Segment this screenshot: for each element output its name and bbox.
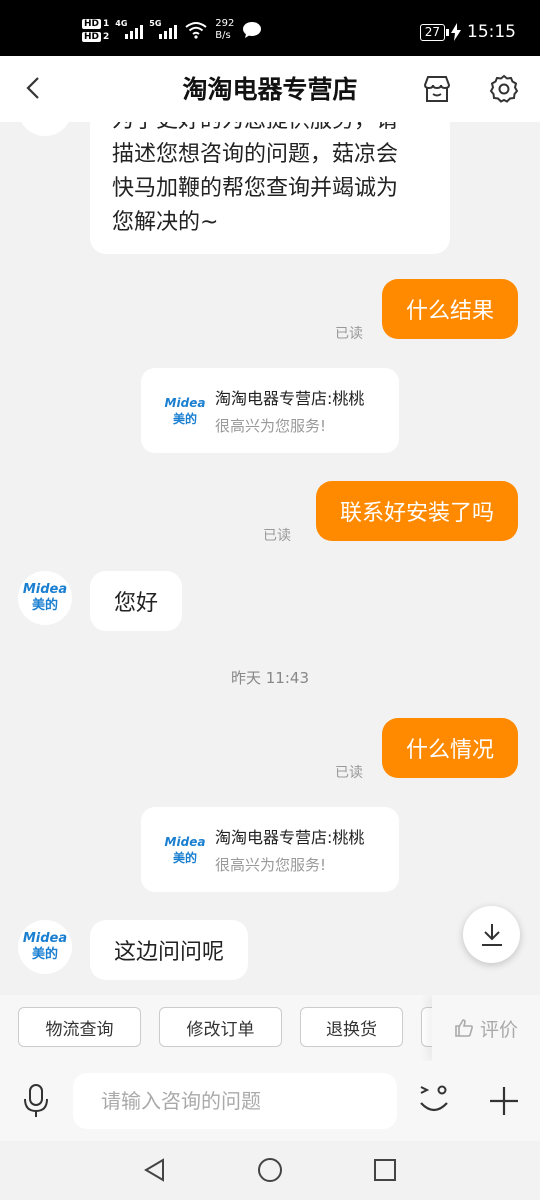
agent-card-subtitle: 很高兴为您服务! <box>215 856 327 874</box>
rate-button[interactable]: 评价 <box>432 995 540 1061</box>
thumbs-up-icon <box>455 1019 473 1037</box>
avatar-brand-cn: 美的 <box>31 947 58 962</box>
message-bubble-sent: 什么结果 <box>381 279 518 339</box>
logo-brand-en: Midea <box>164 834 206 849</box>
hd1-label: HD <box>82 18 102 29</box>
net1-label: 4G <box>115 19 128 28</box>
system-nav-bar <box>0 1141 540 1200</box>
input-bar <box>0 1061 540 1141</box>
midea-logo: Midea 美的 <box>157 834 213 866</box>
message-bubble-sent: 联系好安装了吗 <box>315 481 518 541</box>
avatar-brand-cn: 美的 <box>31 598 58 613</box>
message-bubble-received: 这边问问呢 <box>90 920 249 980</box>
nav-recents-icon[interactable] <box>373 1157 397 1183</box>
hd1-number: 1 <box>103 18 110 29</box>
avatar-brand-en: Midea <box>22 931 68 946</box>
rate-label: 评价 <box>479 1018 518 1041</box>
agent-card[interactable]: Midea 美的 淘淘电器专营店:桃桃 很高兴为您服务! <box>141 807 399 892</box>
settings-icon[interactable] <box>488 73 520 105</box>
message-bubble-sent: 什么情况 <box>381 718 518 778</box>
message-line: 描述您想咨询的问题，菇凉会 <box>112 142 399 167</box>
timestamp: 昨天 11:43 <box>231 669 309 687</box>
quick-action-modify-order[interactable]: 修改订单 <box>159 1007 282 1047</box>
message-icon <box>243 22 262 38</box>
wifi-icon <box>185 22 207 39</box>
add-icon[interactable] <box>488 1085 520 1117</box>
scroll-to-bottom-button[interactable] <box>463 906 520 963</box>
avatar-brand-en: Midea <box>22 582 68 597</box>
store-icon[interactable] <box>421 73 453 105</box>
nav-back-icon[interactable] <box>143 1157 167 1183</box>
emoji-icon[interactable] <box>418 1081 450 1117</box>
avatar-brand-cn: 美的 <box>32 122 58 125</box>
logo-brand-en: Midea <box>164 395 206 410</box>
read-status: 已读 <box>335 326 363 342</box>
avatar: Midea美的 <box>18 122 72 136</box>
signal-5g-icon: 5G <box>149 19 178 39</box>
net2-label: 5G <box>149 19 162 28</box>
agent-card-subtitle: 很高兴为您服务! <box>215 417 327 435</box>
message-bubble-received: 为了更好的为您提供服务，请 描述您想咨询的问题，菇凉会 快马加鞭的帮您查询并竭诚… <box>90 122 450 254</box>
message-line: 您解决的~ <box>112 210 219 235</box>
quick-action-logistics[interactable]: 物流查询 <box>18 1007 141 1047</box>
microphone-icon[interactable] <box>22 1083 50 1119</box>
message-line: 快马加鞭的帮您查询并竭诚为 <box>112 176 399 201</box>
quick-action-return[interactable]: 退换货 <box>300 1007 403 1047</box>
hd-indicator: HD 1 HD 2 <box>82 18 110 42</box>
network-speed: 292 B/s <box>215 18 234 42</box>
message-bubble-received: 您好 <box>90 571 183 631</box>
download-arrow-icon <box>481 923 502 946</box>
clock: 15:15 <box>467 22 516 42</box>
hd2-number: 2 <box>103 31 110 42</box>
logo-brand-cn: 美的 <box>172 850 197 865</box>
status-bar: HD 1 HD 2 4G 5G 292 B/s 27 15:15 <box>0 0 540 56</box>
quick-actions-bar: 物流查询 修改订单 退换货 评价 <box>0 995 540 1061</box>
chat-header: 淘淘电器专营店 <box>0 56 540 122</box>
speed-value: 292 <box>215 18 235 29</box>
read-status: 已读 <box>263 528 291 544</box>
avatar: Midea美的 <box>18 571 72 625</box>
chat-area[interactable]: Midea美的 为了更好的为您提供服务，请 描述您想咨询的问题，菇凉会 快马加鞭… <box>0 122 540 995</box>
battery-icon: 27 <box>419 23 450 41</box>
agent-card[interactable]: Midea 美的 淘淘电器专营店:桃桃 很高兴为您服务! <box>141 368 399 453</box>
hd2-label: HD <box>82 31 102 42</box>
page-title: 淘淘电器专营店 <box>182 75 358 104</box>
speed-unit: B/s <box>215 30 231 41</box>
agent-card-title: 淘淘电器专营店:桃桃 <box>215 828 365 847</box>
charging-icon <box>451 23 461 41</box>
nav-home-icon[interactable] <box>257 1157 283 1183</box>
read-status: 已读 <box>335 765 363 781</box>
logo-brand-cn: 美的 <box>172 411 197 426</box>
message-input[interactable] <box>73 1073 397 1129</box>
signal-4g-icon: 4G <box>115 19 144 39</box>
message-line: 为了更好的为您提供服务，请 <box>112 122 428 138</box>
midea-logo: Midea 美的 <box>157 395 213 427</box>
avatar: Midea美的 <box>18 920 72 974</box>
agent-card-title: 淘淘电器专营店:桃桃 <box>215 389 365 408</box>
